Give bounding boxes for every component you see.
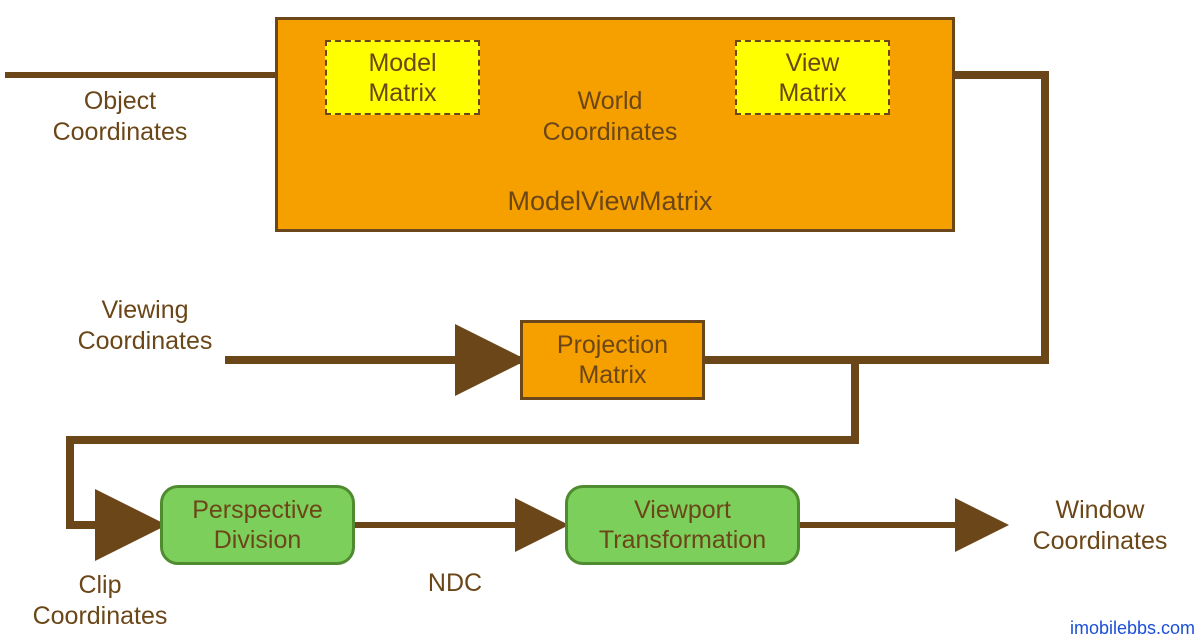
viewport-transformation-label: ViewportTransformation xyxy=(599,495,766,555)
perspective-division-box: PerspectiveDivision xyxy=(160,485,355,565)
projection-matrix-box: ProjectionMatrix xyxy=(520,320,705,400)
clip-coordinates-label: ClipCoordinates xyxy=(10,570,190,633)
viewport-transformation-box: ViewportTransformation xyxy=(565,485,800,565)
world-coordinates-label: WorldCoordinates xyxy=(510,86,710,149)
perspective-division-label: PerspectiveDivision xyxy=(192,495,323,555)
object-coordinates-label: ObjectCoordinates xyxy=(30,86,210,149)
view-matrix-box: ViewMatrix xyxy=(735,40,890,115)
view-matrix-label: ViewMatrix xyxy=(778,48,846,108)
viewing-coordinates-label: ViewingCoordinates xyxy=(55,295,235,358)
ndc-label: NDC xyxy=(395,568,515,599)
projection-matrix-label: ProjectionMatrix xyxy=(557,330,668,390)
window-coordinates-label: WindowCoordinates xyxy=(1010,495,1190,558)
modelview-matrix-label: ModelViewMatrix xyxy=(410,185,810,219)
model-matrix-box: ModelMatrix xyxy=(325,40,480,115)
model-matrix-label: ModelMatrix xyxy=(368,48,436,108)
watermark-text: imobilebbs.com xyxy=(1070,618,1195,639)
